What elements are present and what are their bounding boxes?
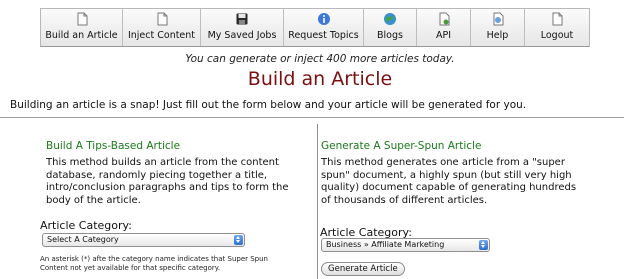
quota-message: You can generate or inject 400 more arti…	[185, 53, 455, 65]
nav-label: Help	[486, 30, 509, 41]
super-spun-title: Generate A Super-Spun Article	[321, 140, 482, 152]
select-arrows-icon	[234, 235, 243, 245]
page-title: Build an Article	[247, 68, 393, 90]
floppy-disk-icon	[236, 13, 248, 25]
info-icon	[317, 13, 330, 25]
tips-article-description: This method builds an article from the c…	[46, 157, 289, 206]
nav-label: Inject Content	[127, 30, 196, 41]
nav-label: Request Topics	[288, 30, 359, 41]
globe-icon	[384, 13, 396, 25]
nav-logout[interactable]: Logout	[525, 9, 589, 46]
super-spun-category-value: Business » Affiliate Marketing	[326, 240, 445, 249]
generate-article-button[interactable]: Generate Article	[321, 262, 405, 276]
select-arrows-icon	[479, 240, 488, 250]
nav-help[interactable]: Help	[471, 9, 525, 46]
nav-label: API	[435, 30, 452, 41]
section-divider	[0, 117, 624, 118]
nav-label: Build an Article	[45, 30, 118, 41]
document-icon	[77, 12, 87, 26]
super-spun-description: This method generates one article from a…	[321, 157, 577, 206]
document-gear-icon	[439, 12, 449, 26]
nav-inject-content[interactable]: Inject Content	[123, 9, 201, 46]
nav-api[interactable]: API	[417, 9, 471, 46]
nav-build-article[interactable]: Build an Article	[41, 9, 123, 46]
super-spun-category-select[interactable]: Business » Affiliate Marketing	[321, 238, 490, 252]
nav-blogs[interactable]: Blogs	[364, 9, 417, 46]
tips-category-select[interactable]: Select A Category	[42, 233, 245, 247]
tips-category-label: Article Category:	[40, 219, 132, 232]
asterisk-note: An asterisk (*) afte the category name i…	[40, 255, 268, 272]
nav-label: Blogs	[377, 30, 403, 41]
tips-article-title: Build A Tips-Based Article	[46, 140, 181, 152]
nav-label: Logout	[540, 30, 574, 41]
help-icon	[493, 12, 503, 26]
nav-saved-jobs[interactable]: My Saved Jobs	[201, 9, 284, 46]
tips-category-value: Select A Category	[47, 235, 119, 244]
nav-request-topics[interactable]: Request Topics	[284, 9, 364, 46]
document-icon	[157, 12, 167, 26]
document-icon	[552, 12, 563, 26]
intro-text: Building an article is a snap! Just fill…	[10, 99, 527, 111]
column-divider	[317, 124, 318, 279]
main-nav: Build an Article Inject Content My Saved…	[40, 8, 590, 47]
top-bar: Build an Article Inject Content My Saved…	[0, 0, 640, 47]
nav-label: My Saved Jobs	[207, 30, 277, 41]
